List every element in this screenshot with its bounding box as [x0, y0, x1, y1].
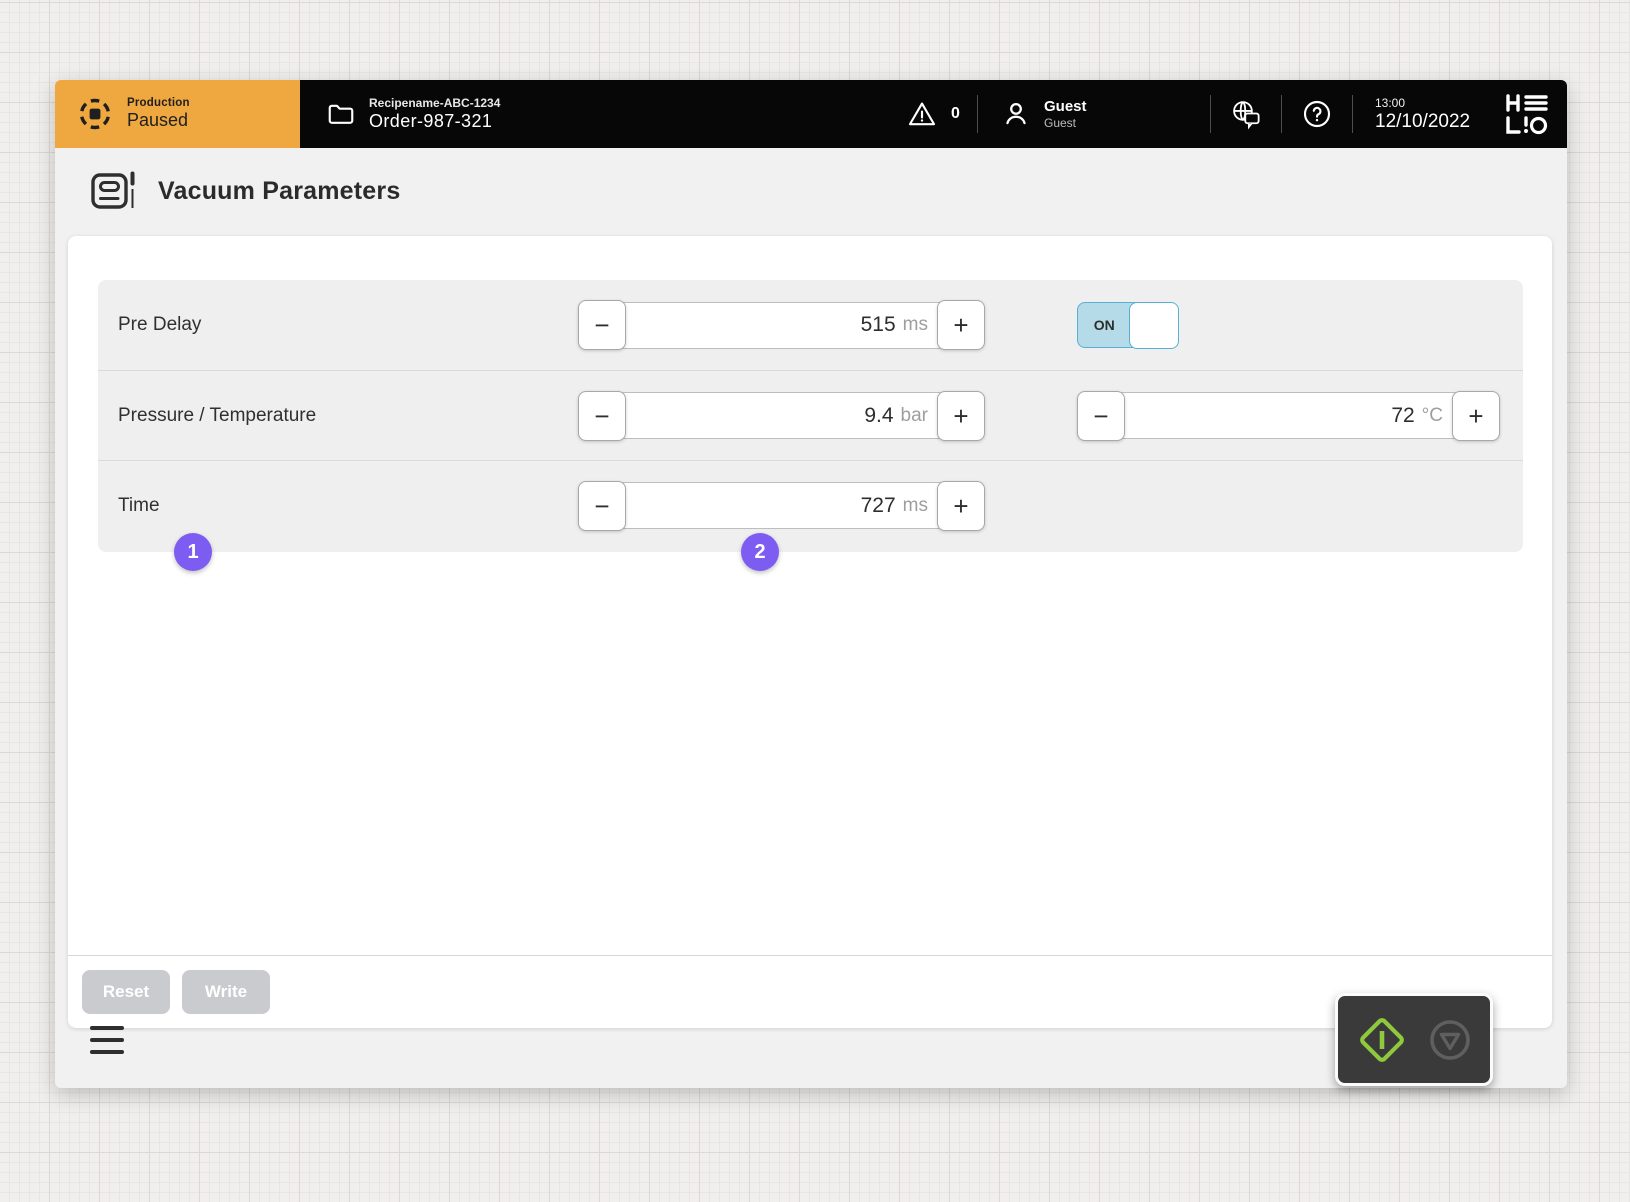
annotation-badge-1: 1	[174, 533, 212, 571]
toggle-on-label: ON	[1078, 303, 1130, 347]
help-cell[interactable]	[1282, 98, 1352, 130]
run-control-panel	[1335, 993, 1493, 1086]
pre-delay-label: Pre Delay	[118, 314, 201, 336]
time-minus-button[interactable]: −	[578, 481, 626, 531]
parameters-card: Pre Delay − 515 ms + ON	[68, 236, 1552, 1028]
pressure-minus-button[interactable]: −	[578, 391, 626, 441]
pre-delay-toggle[interactable]: ON	[1077, 302, 1178, 348]
annotation-badge-2: 2	[741, 533, 779, 571]
helio-logo	[1505, 93, 1567, 135]
recipe-order-cell[interactable]: Recipename-ABC-1234 Order-987-321	[326, 96, 500, 132]
production-status-tile[interactable]: Production Paused	[55, 80, 300, 148]
pre-delay-unit: ms	[903, 314, 928, 336]
reset-button[interactable]: Reset	[82, 970, 170, 1014]
page-title: Vacuum Parameters	[158, 177, 400, 206]
pre-delay-minus-button[interactable]: −	[578, 300, 626, 350]
alarm-count: 0	[951, 105, 960, 123]
recipe-name: Recipename-ABC-1234	[369, 96, 500, 110]
user-icon	[1000, 98, 1032, 130]
status-bar: Production Paused Recipename-ABC-1234 Or…	[55, 80, 1567, 148]
toggle-knob	[1129, 302, 1179, 349]
help-icon	[1301, 98, 1333, 130]
pressure-input[interactable]: 9.4 bar	[618, 392, 945, 439]
temperature-value: 72	[1391, 404, 1414, 428]
menu-hamburger-icon[interactable]	[90, 1026, 124, 1054]
write-button[interactable]: Write	[182, 970, 270, 1014]
start-icon	[1354, 1012, 1410, 1068]
vacuum-press-icon	[90, 168, 136, 214]
pressure-plus-button[interactable]: +	[937, 391, 985, 441]
pre-delay-plus-button[interactable]: +	[937, 300, 985, 350]
pressure-unit: bar	[901, 405, 928, 427]
time-stepper: − 727 ms +	[578, 481, 985, 531]
status-bar-black: Recipename-ABC-1234 Order-987-321 0	[300, 80, 1567, 148]
language-globe-icon	[1229, 98, 1263, 130]
parameters-panel: Pre Delay − 515 ms + ON	[98, 280, 1523, 552]
pre-delay-stepper: − 515 ms +	[578, 300, 985, 350]
pressure-temperature-label: Pressure / Temperature	[118, 405, 316, 427]
stop-button[interactable]	[1426, 1016, 1474, 1064]
clock-cell: 13:00 12/10/2022	[1353, 96, 1505, 133]
app-window: Production Paused Recipename-ABC-1234 Or…	[55, 80, 1567, 1088]
row-pre-delay: Pre Delay − 515 ms + ON	[98, 280, 1523, 370]
time-label: Time	[118, 495, 160, 517]
page-header: Vacuum Parameters	[90, 168, 400, 214]
folder-icon	[326, 99, 356, 129]
production-label: Production	[127, 97, 190, 109]
user-cell[interactable]: Guest Guest	[978, 98, 1210, 130]
time-unit: ms	[903, 495, 928, 517]
temperature-stepper: − 72 °C +	[1077, 391, 1500, 441]
pressure-stepper: − 9.4 bar +	[578, 391, 985, 441]
pre-delay-input[interactable]: 515 ms	[618, 302, 945, 349]
temperature-unit: °C	[1422, 405, 1443, 427]
user-role: Guest	[1044, 116, 1087, 130]
language-cell[interactable]	[1211, 98, 1281, 130]
start-button[interactable]	[1354, 1012, 1410, 1068]
production-state: Paused	[127, 110, 190, 131]
time-value: 727	[861, 494, 896, 518]
row-pressure-temperature: Pressure / Temperature − 9.4 bar + − 72	[98, 370, 1523, 460]
pressure-value: 9.4	[864, 404, 893, 428]
row-time: Time − 727 ms +	[98, 460, 1523, 550]
temperature-input[interactable]: 72 °C	[1117, 392, 1460, 439]
temperature-plus-button[interactable]: +	[1452, 391, 1500, 441]
time-text: 13:00	[1375, 96, 1470, 110]
pre-delay-value: 515	[861, 313, 896, 337]
user-name: Guest	[1044, 98, 1087, 115]
production-paused-icon	[77, 96, 113, 132]
card-footer: Reset Write	[68, 955, 1552, 1028]
stop-icon	[1426, 1016, 1474, 1064]
date-text: 12/10/2022	[1375, 111, 1470, 133]
time-plus-button[interactable]: +	[937, 481, 985, 531]
alarms-cell[interactable]: 0	[889, 98, 977, 130]
time-input[interactable]: 727 ms	[618, 482, 945, 529]
warning-icon	[906, 98, 938, 130]
order-number: Order-987-321	[369, 111, 500, 132]
temperature-minus-button[interactable]: −	[1077, 391, 1125, 441]
